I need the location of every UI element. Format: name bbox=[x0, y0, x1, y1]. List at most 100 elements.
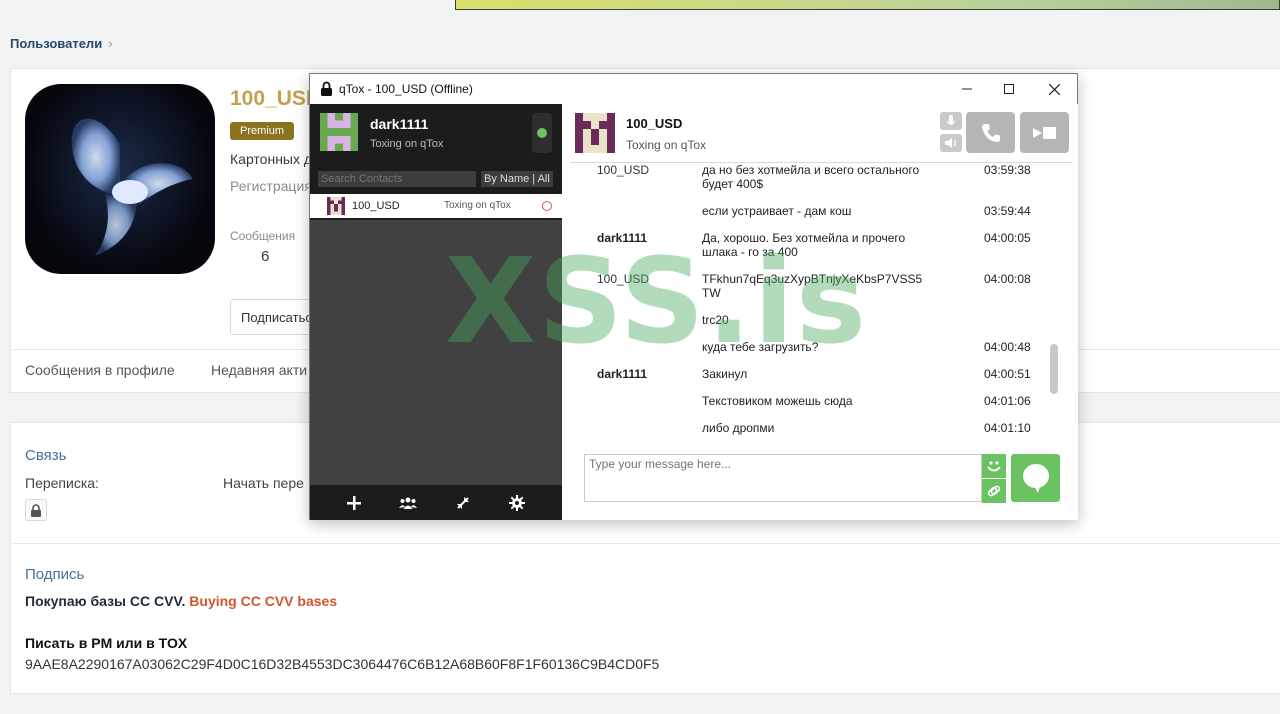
video-call-button[interactable] bbox=[1020, 112, 1069, 153]
call-button[interactable] bbox=[966, 112, 1015, 153]
attach-file-button[interactable] bbox=[982, 479, 1006, 503]
signature-contact-note: Писать в PM или в TOX bbox=[25, 635, 188, 651]
pm-label: Переписка: bbox=[25, 475, 99, 491]
paperclip-icon bbox=[987, 485, 1001, 497]
chat-scrollbar[interactable] bbox=[1050, 344, 1058, 394]
message-time: 04:00:05 bbox=[984, 231, 1031, 245]
divider bbox=[11, 543, 1280, 544]
window-title: qTox - 100_USD (Offline) bbox=[339, 82, 473, 96]
message-input[interactable] bbox=[585, 455, 981, 501]
signature-en: Buying CC CVV bases bbox=[189, 593, 338, 609]
transfers-button[interactable] bbox=[451, 491, 475, 515]
profile-username[interactable]: 100_USD bbox=[230, 87, 321, 111]
search-contacts-input[interactable] bbox=[318, 171, 476, 187]
message-author: 100_USD bbox=[597, 272, 650, 286]
lock-icon bbox=[31, 503, 41, 517]
bottom-toolbar bbox=[310, 485, 562, 520]
self-status[interactable]: Toxing on qTox bbox=[370, 138, 443, 150]
maximize-icon bbox=[1004, 84, 1014, 94]
message-input-box[interactable] bbox=[584, 454, 982, 502]
tab-profile-posts[interactable]: Сообщения в профиле bbox=[25, 362, 175, 378]
signature-ru: Покупаю базы CC CVV. bbox=[25, 593, 186, 609]
peer-status: Toxing on qTox bbox=[626, 138, 707, 152]
settings-button[interactable] bbox=[505, 491, 529, 515]
message-text: Да, хорошо. Без хотмейла и прочего шлака… bbox=[702, 231, 906, 259]
profile-title: Картонных д bbox=[230, 151, 313, 167]
tab-recent-activity[interactable]: Недавняя акти bbox=[211, 362, 307, 378]
message-time: 04:01:06 bbox=[984, 394, 1031, 408]
message-text: trc20 bbox=[702, 313, 729, 327]
header-divider bbox=[570, 162, 1072, 163]
message-text: Закинул bbox=[702, 367, 748, 381]
minimize-icon bbox=[962, 88, 972, 90]
title-bar[interactable]: qTox - 100_USD (Offline) bbox=[310, 74, 1077, 104]
qtox-window: qTox - 100_USD (Offline) dark1111 Toxing… bbox=[309, 73, 1078, 520]
avatar[interactable] bbox=[25, 84, 215, 274]
message-history: 100_USD да но без хотмейла и всего остал… bbox=[562, 164, 1078, 448]
close-button[interactable] bbox=[1039, 78, 1069, 100]
send-bubble-icon bbox=[1022, 464, 1049, 493]
video-icon bbox=[1032, 126, 1056, 139]
message-time: 04:00:08 bbox=[984, 272, 1031, 286]
peer-name: 100_USD bbox=[626, 116, 683, 131]
message-text: Текстовиком можешь сюда bbox=[702, 394, 853, 408]
contact-list-item[interactable]: 100_USD Toxing on qTox bbox=[310, 194, 562, 218]
peer-avatar bbox=[575, 113, 615, 153]
premium-badge: Premium bbox=[230, 122, 295, 140]
message-text: TFkhun7qEq3uzXypBTnjyXeKbsP7VSS5TW bbox=[702, 272, 923, 300]
profile-registration: Регистрация bbox=[230, 178, 312, 194]
message-author: dark1111 bbox=[597, 231, 648, 245]
chevron-right-icon: › bbox=[108, 36, 113, 51]
qtox-lock-icon bbox=[321, 81, 332, 96]
top-banner-image bbox=[455, 0, 1280, 10]
dove-image bbox=[71, 118, 193, 256]
message-time: 03:59:38 bbox=[984, 164, 1031, 177]
contact-list-area bbox=[310, 220, 562, 485]
send-button[interactable] bbox=[1011, 454, 1060, 502]
group-icon bbox=[399, 497, 417, 509]
signature-title: Подпись bbox=[25, 566, 85, 583]
self-name[interactable]: dark1111 bbox=[370, 116, 428, 132]
minimize-button[interactable] bbox=[952, 78, 982, 100]
phone-icon bbox=[981, 123, 1000, 142]
status-button[interactable] bbox=[532, 113, 552, 153]
message-time: 04:00:51 bbox=[984, 367, 1031, 381]
contact-status: Toxing on qTox bbox=[444, 200, 511, 211]
online-status-icon bbox=[537, 128, 547, 138]
microphone-icon bbox=[946, 114, 956, 125]
message-text: да но без хотмейла и всего остального бу… bbox=[702, 164, 920, 191]
breadcrumb[interactable]: Пользователи › bbox=[10, 36, 113, 51]
message-text: куда тебе загрузить? bbox=[702, 340, 819, 354]
signature-text: Покупаю базы CC CVV. Buying CC CVV bases bbox=[25, 593, 337, 609]
emoji-button[interactable] bbox=[982, 454, 1006, 478]
contact-title: Связь bbox=[25, 447, 67, 464]
contact-avatar bbox=[327, 197, 345, 215]
speaker-icon bbox=[945, 138, 957, 148]
lock-button[interactable] bbox=[25, 499, 47, 521]
group-chat-button[interactable] bbox=[396, 491, 420, 515]
contact-name: 100_USD bbox=[352, 200, 400, 212]
chat-panel: 100_USD Toxing on qTox 100_USD да но без… bbox=[562, 104, 1078, 520]
message-time: 03:59:44 bbox=[984, 204, 1031, 218]
mic-toggle[interactable] bbox=[940, 112, 962, 130]
speaker-toggle[interactable] bbox=[940, 134, 962, 152]
breadcrumb-users[interactable]: Пользователи bbox=[10, 36, 102, 51]
message-time: 04:01:10 bbox=[984, 421, 1031, 435]
chat-header: 100_USD Toxing on qTox bbox=[562, 104, 1078, 163]
start-conversation-link[interactable]: Начать пере bbox=[223, 475, 304, 491]
close-icon bbox=[1048, 83, 1060, 95]
tox-id[interactable]: 9AAE8A2290167A03062C29F4D0C16D32B4553DC3… bbox=[25, 656, 659, 672]
maximize-button[interactable] bbox=[994, 78, 1024, 100]
add-friend-button[interactable] bbox=[342, 491, 366, 515]
sort-filter-button[interactable]: By Name | All bbox=[481, 171, 553, 187]
self-avatar[interactable] bbox=[320, 113, 358, 151]
gear-icon bbox=[509, 495, 525, 511]
message-time: 04:00:48 bbox=[984, 340, 1031, 354]
plus-icon bbox=[347, 496, 361, 510]
messages-count[interactable]: 6 bbox=[261, 248, 269, 265]
messages-label: Сообщения bbox=[230, 229, 296, 243]
transfer-icon bbox=[457, 497, 469, 509]
contacts-panel: dark1111 Toxing on qTox By Name | All 10… bbox=[310, 104, 562, 520]
smiley-icon bbox=[987, 461, 1001, 472]
message-author: 100_USD bbox=[597, 164, 650, 177]
